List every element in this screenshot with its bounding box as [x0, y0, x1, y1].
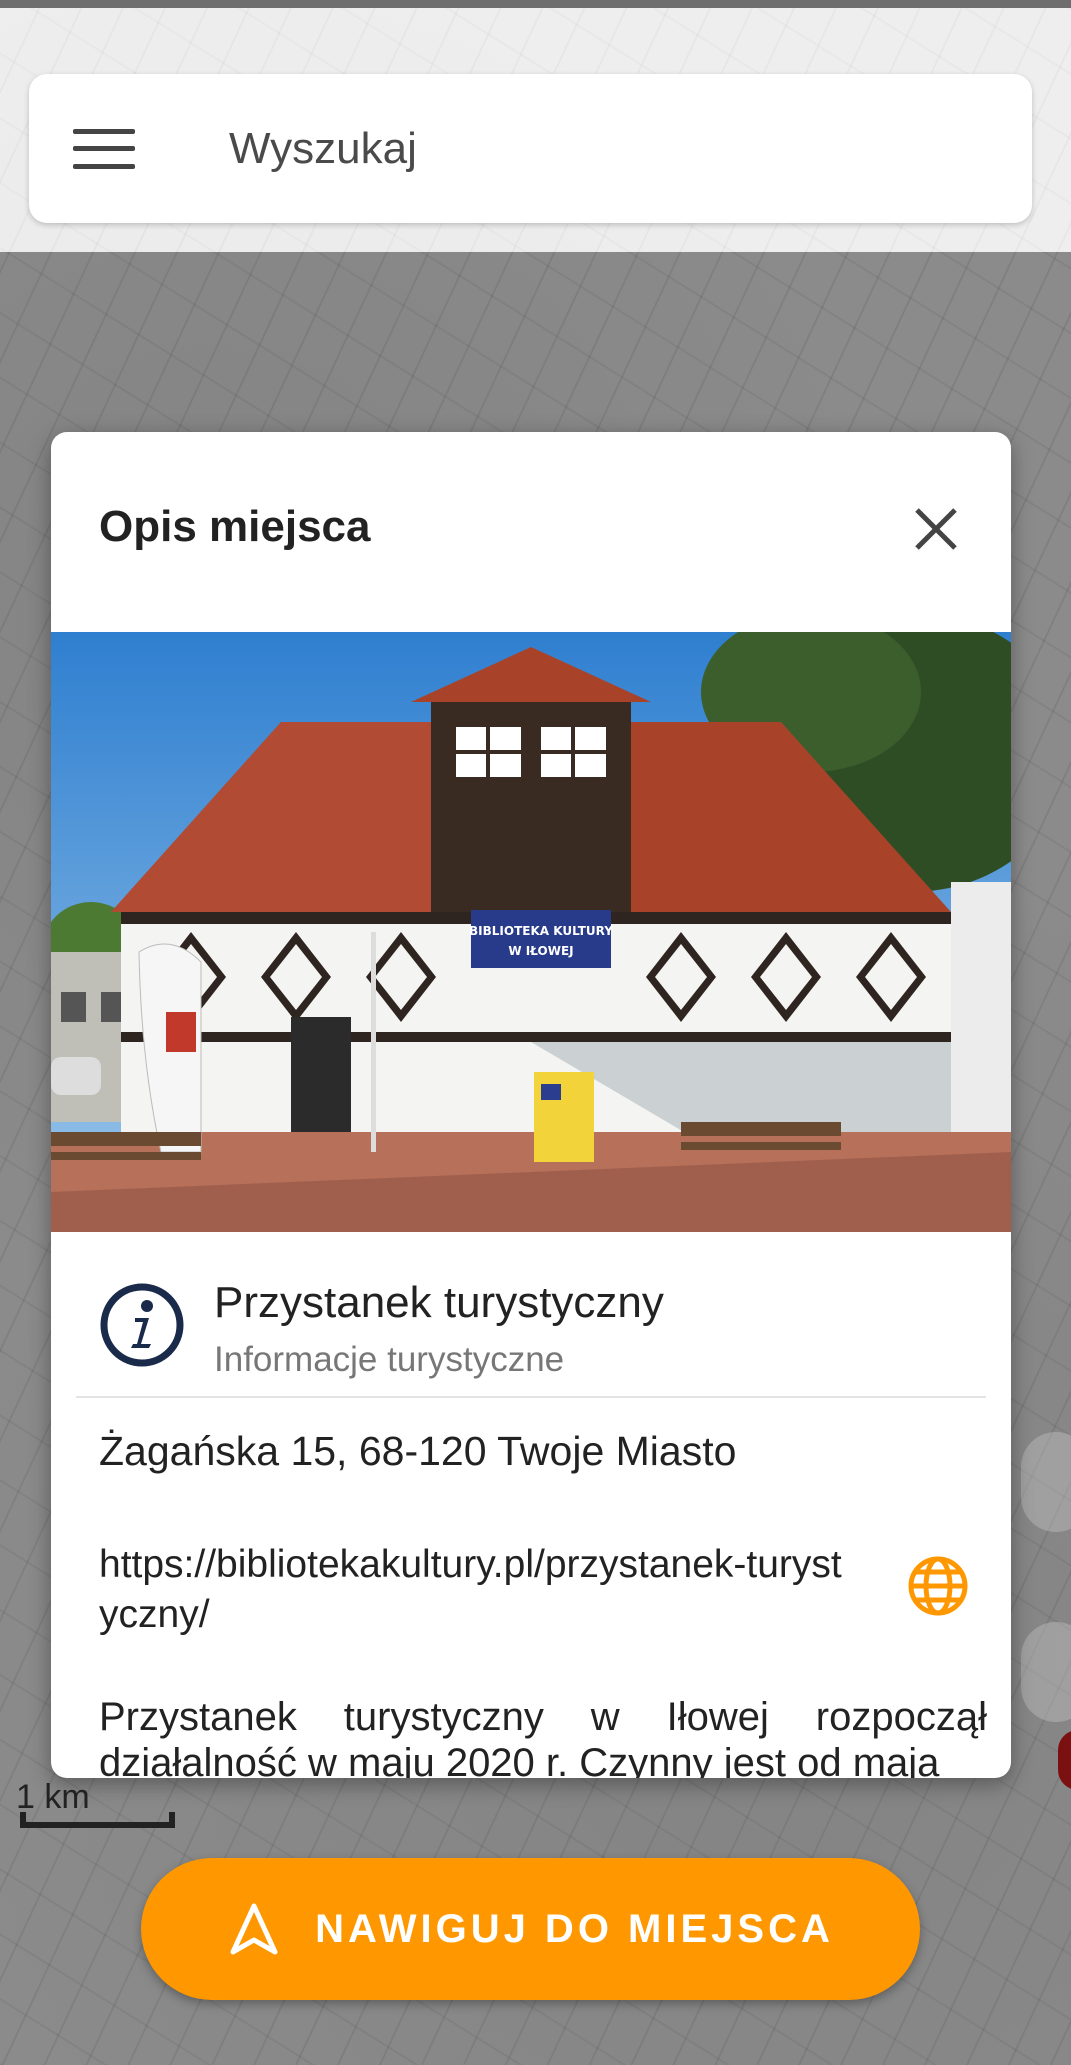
website-link[interactable]: https://bibliotekakultury.pl/przystanek-…	[99, 1540, 859, 1640]
status-bar	[0, 0, 1071, 8]
svg-text:BIBLIOTEKA KULTURY: BIBLIOTEKA KULTURY	[469, 924, 613, 938]
place-description: Przystanek turystyczny w Iłowej rozpoczą…	[99, 1695, 987, 1778]
menu-icon[interactable]	[73, 128, 135, 169]
navigation-arrow-icon	[230, 1903, 278, 1955]
search-bar[interactable]: Wyszukaj	[29, 74, 1032, 223]
place-category: Informacje turystyczne	[214, 1340, 565, 1379]
dialog-title: Opis miejsca	[99, 502, 371, 551]
place-address[interactable]: Żagańska 15, 68-120 Twoje Miasto	[99, 1428, 736, 1475]
place-description-dialog: Opis miejsca BIBLIOTEKA KULTURY W IŁOWEJ…	[51, 432, 1011, 1778]
place-photo: BIBLIOTEKA KULTURY W IŁOWEJ	[51, 632, 1011, 1232]
navigate-button[interactable]: NAWIGUJ DO MIEJSCA	[141, 1858, 920, 2000]
map-side-control	[1021, 1622, 1071, 1722]
navigate-button-label: NAWIGUJ DO MIEJSCA	[315, 1906, 834, 1951]
svg-text:W IŁOWEJ: W IŁOWEJ	[508, 944, 573, 958]
info-icon	[100, 1283, 184, 1367]
map-side-control	[1021, 1432, 1071, 1532]
place-name: Przystanek turystyczny	[214, 1278, 664, 1327]
divider	[76, 1396, 986, 1398]
search-input[interactable]: Wyszukaj	[229, 124, 417, 174]
map-scale-bar	[20, 1812, 175, 1828]
globe-icon[interactable]	[906, 1554, 970, 1618]
close-icon[interactable]	[911, 504, 961, 554]
place-header: Przystanek turystyczny Informacje turyst…	[51, 1252, 1011, 1388]
